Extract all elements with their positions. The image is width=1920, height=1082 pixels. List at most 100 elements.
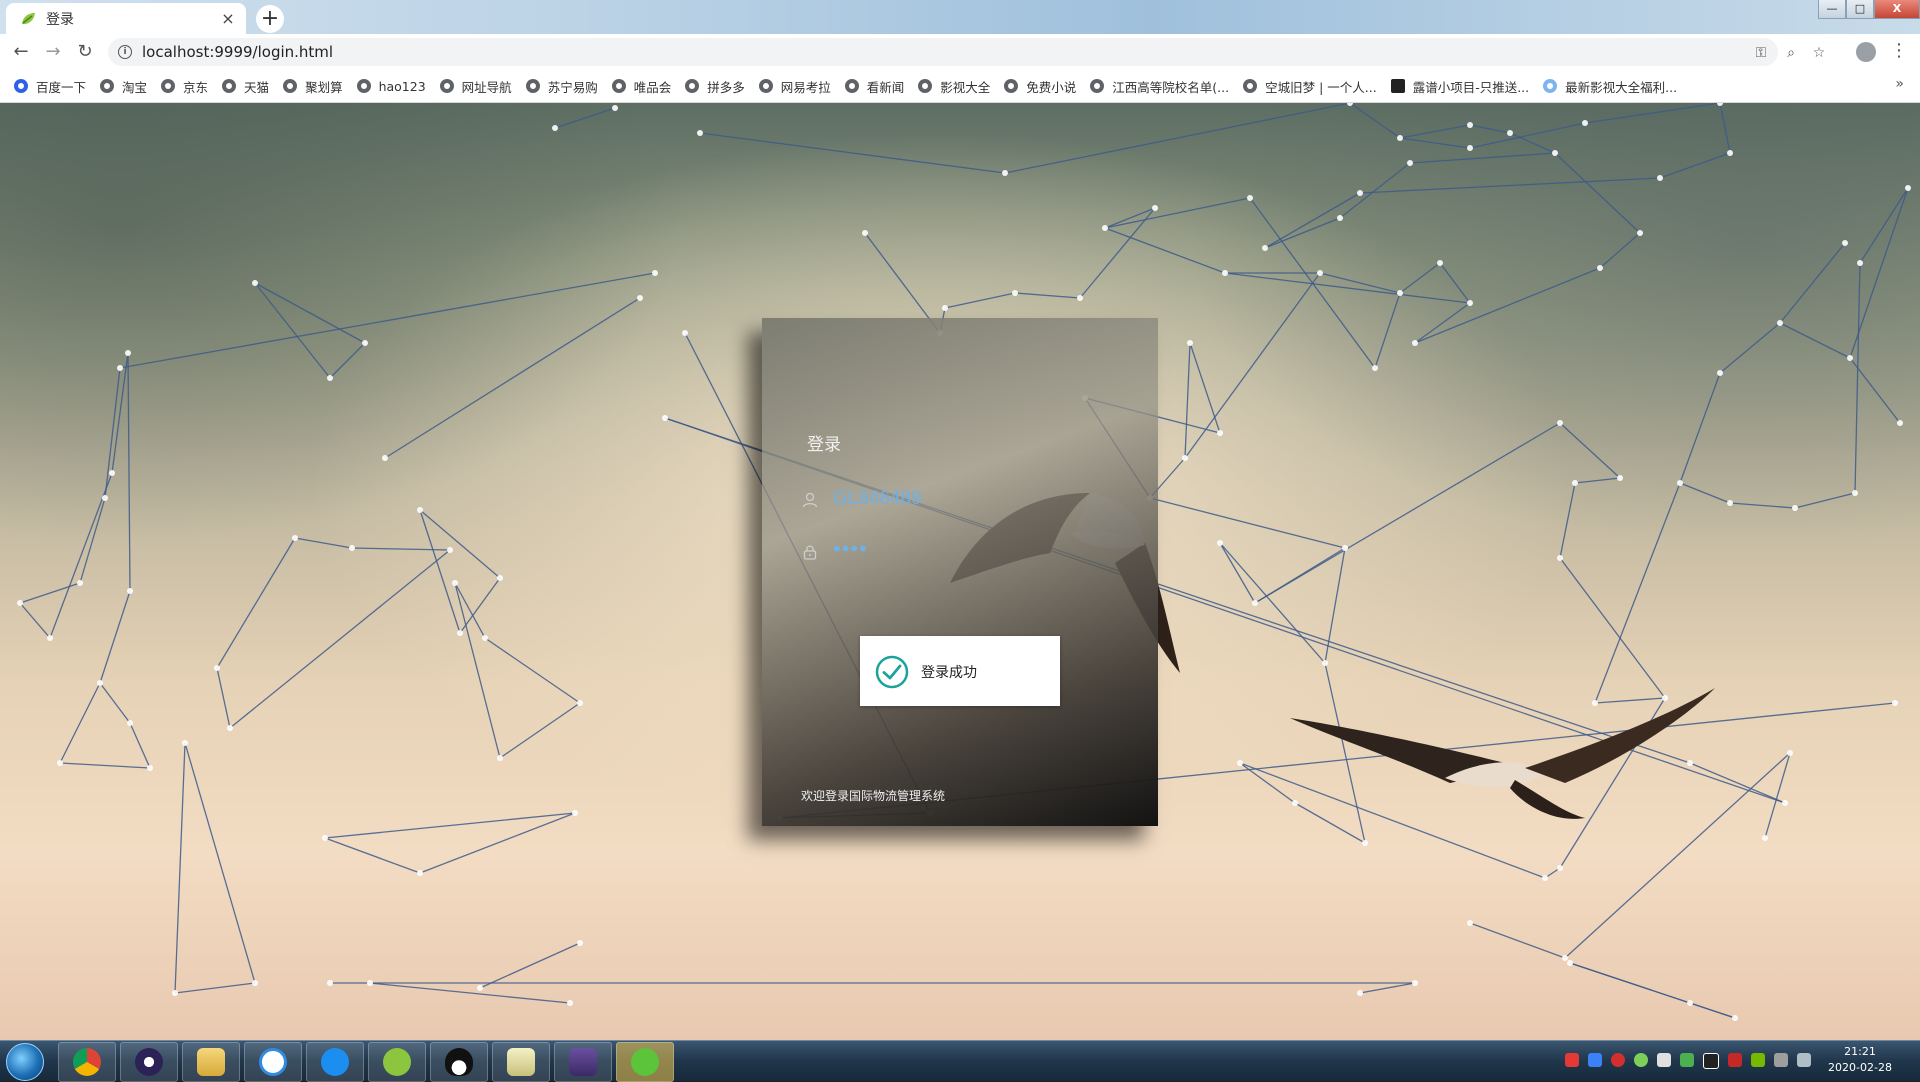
- bookmark-item[interactable]: 淘宝: [100, 77, 147, 96]
- taskbar-clock[interactable]: 21:21 2020-02-28: [1820, 1044, 1900, 1076]
- network-node: [367, 980, 373, 986]
- profile-avatar-icon[interactable]: [1856, 42, 1876, 62]
- bookmark-item[interactable]: 天猫: [222, 77, 269, 96]
- info-icon[interactable]: i: [118, 45, 132, 59]
- network-line: [699, 132, 1006, 174]
- clock-date: 2020-02-28: [1828, 1061, 1892, 1074]
- network-node: [477, 985, 483, 991]
- network-node: [1567, 960, 1573, 966]
- network-line: [1574, 477, 1621, 484]
- username-input[interactable]: GL846489: [833, 488, 922, 510]
- bookmark-item[interactable]: 京东: [161, 77, 208, 96]
- taskbar-app[interactable]: [306, 1042, 364, 1082]
- network-line: [1679, 482, 1731, 504]
- back-arrow-icon[interactable]: ←: [10, 41, 32, 63]
- network-node: [1892, 700, 1898, 706]
- close-window-button[interactable]: X: [1874, 0, 1920, 19]
- browser-tab[interactable]: 登录 ×: [6, 3, 246, 34]
- network-node: [1557, 420, 1563, 426]
- bookmark-item[interactable]: 网址导航: [439, 77, 512, 96]
- network-line: [127, 352, 131, 592]
- network-node: [327, 980, 333, 986]
- bookmark-item[interactable]: 空城旧梦 | 一个人...: [1243, 77, 1377, 96]
- maximize-button[interactable]: □: [1846, 0, 1874, 19]
- network-node: [1677, 480, 1683, 486]
- nvidia-icon[interactable]: [1751, 1053, 1765, 1067]
- network-line: [1559, 482, 1576, 559]
- leaf-favicon-icon: [22, 12, 35, 24]
- network-line: [1659, 152, 1731, 179]
- menu-dots-icon[interactable]: ⋮: [1890, 40, 1908, 62]
- network-node: [417, 870, 423, 876]
- network-node: [697, 130, 703, 136]
- network-line: [1729, 502, 1796, 509]
- network-node: [1002, 170, 1008, 176]
- new-tab-button[interactable]: +: [256, 5, 284, 33]
- action-center-icon[interactable]: [1797, 1053, 1811, 1067]
- bookmarks-overflow-icon[interactable]: »: [1895, 76, 1904, 92]
- network-node: [1412, 980, 1418, 986]
- globe-icon: [525, 79, 540, 93]
- network-line: [1584, 103, 1721, 124]
- battery-icon[interactable]: [1774, 1053, 1788, 1067]
- network-line: [229, 549, 451, 729]
- bookmark-item[interactable]: 免费小说: [1004, 77, 1076, 96]
- bookmark-item[interactable]: 苏宁易购: [525, 77, 598, 96]
- taskbar-app[interactable]: [492, 1042, 550, 1082]
- bookmark-item[interactable]: hao123: [356, 79, 426, 94]
- network-node: [382, 455, 388, 461]
- bookmark-item[interactable]: 百度一下: [14, 77, 86, 96]
- check-circle-icon: [875, 655, 909, 689]
- reload-icon[interactable]: ↻: [74, 41, 96, 63]
- taskbar-app[interactable]: [616, 1042, 674, 1082]
- wechat-tray-icon[interactable]: [1634, 1053, 1648, 1067]
- bookmark-item[interactable]: 看新闻: [844, 77, 904, 96]
- network-line: [1854, 262, 1861, 494]
- taskbar-app[interactable]: [554, 1042, 612, 1082]
- taskbar-app[interactable]: [120, 1042, 178, 1082]
- taskbar-app[interactable]: [58, 1042, 116, 1082]
- key-icon[interactable]: ⚿: [1752, 44, 1770, 62]
- password-input[interactable]: ••••: [833, 536, 868, 562]
- taskbar-app[interactable]: [368, 1042, 426, 1082]
- network-line: [419, 509, 461, 634]
- network-node: [662, 415, 668, 421]
- speaker-muted-icon[interactable]: [1728, 1053, 1742, 1067]
- sogou-input-icon[interactable]: [1565, 1053, 1579, 1067]
- security-shield-icon[interactable]: [1588, 1053, 1602, 1067]
- bookmark-item[interactable]: 最新影视大全福利...: [1543, 77, 1677, 96]
- bookmark-item[interactable]: 露谱小项目-只推送...: [1390, 77, 1529, 96]
- taskbar-app[interactable]: [430, 1042, 488, 1082]
- tray-app-icon[interactable]: [1611, 1053, 1625, 1067]
- qq-tray-icon[interactable]: [1703, 1053, 1719, 1069]
- address-bar[interactable]: i localhost:9999/login.html ⚿ ⌕ ☆: [108, 38, 1825, 66]
- tab-title: 登录: [46, 11, 74, 28]
- star-icon[interactable]: ☆: [1810, 44, 1828, 62]
- network-node: [117, 365, 123, 371]
- url-text[interactable]: localhost:9999/login.html: [142, 43, 333, 61]
- bookmark-item[interactable]: 唯品会: [611, 77, 671, 96]
- start-button[interactable]: [6, 1043, 44, 1081]
- tab-close-icon[interactable]: ×: [218, 9, 238, 28]
- network-line: [119, 272, 656, 369]
- volume-icon[interactable]: [1657, 1053, 1671, 1067]
- zoom-icon[interactable]: ⌕: [1782, 44, 1800, 62]
- network-line: [99, 682, 131, 724]
- bookmark-item[interactable]: 拼多多: [685, 77, 745, 96]
- network-node: [1727, 150, 1733, 156]
- taskbar-app[interactable]: [244, 1042, 302, 1082]
- app-leaf-icon: [383, 1048, 411, 1076]
- minimize-button[interactable]: —: [1818, 0, 1846, 19]
- user-icon: [802, 492, 818, 508]
- network-node: [1617, 475, 1623, 481]
- bookmark-item[interactable]: 江西高等院校名单(...: [1090, 77, 1229, 96]
- bookmark-item[interactable]: 聚划算: [283, 77, 343, 96]
- taskbar-app[interactable]: [182, 1042, 240, 1082]
- network-icon[interactable]: [1680, 1053, 1694, 1067]
- forward-arrow-icon[interactable]: →: [42, 41, 64, 63]
- network-node: [172, 990, 178, 996]
- file-explorer-icon: [197, 1048, 225, 1076]
- bookmark-item[interactable]: 网易考拉: [758, 77, 831, 96]
- bookmark-item[interactable]: 影视大全: [918, 77, 990, 96]
- network-node: [1597, 265, 1603, 271]
